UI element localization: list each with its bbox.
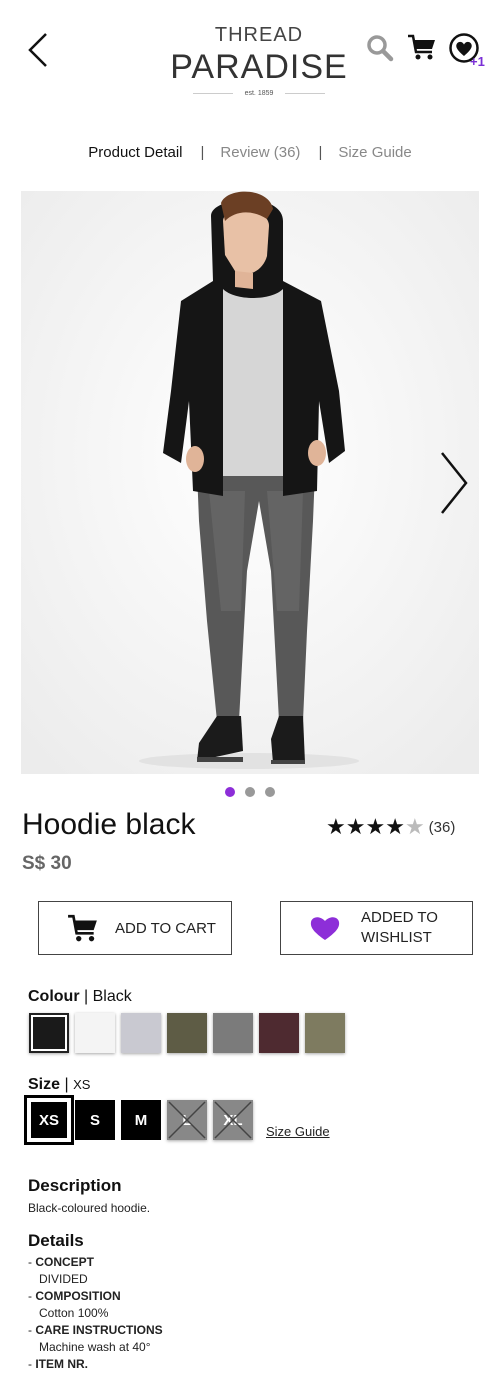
colour-swatch-grey[interactable] bbox=[213, 1013, 253, 1053]
colour-selected-value: Black bbox=[92, 988, 132, 1005]
logo-est: est. 1859 bbox=[150, 90, 368, 97]
detail-key: ITEM NR. bbox=[35, 1357, 89, 1371]
product-image[interactable] bbox=[21, 191, 479, 774]
next-image-arrow-icon[interactable] bbox=[439, 450, 469, 516]
product-rating[interactable]: ★ ★ ★ ★ ★ (36) bbox=[326, 815, 455, 839]
colour-swatch-khaki[interactable] bbox=[305, 1013, 345, 1053]
brand-logo[interactable]: THREAD PARADISE est. 1859 bbox=[150, 22, 368, 97]
star-filled-icon: ★ bbox=[365, 814, 386, 839]
size-selected-value: XS bbox=[73, 1077, 91, 1092]
product-tabs: Product Detail | Review (36) | Size Guid… bbox=[0, 144, 500, 161]
tab-size-guide[interactable]: Size Guide bbox=[338, 144, 411, 161]
review-count: (36) bbox=[428, 818, 456, 836]
colour-swatch-white[interactable] bbox=[75, 1013, 115, 1053]
detail-value: Machine wash at 40° bbox=[39, 1340, 151, 1354]
wishlist-label-line1: ADDED TO bbox=[361, 909, 438, 926]
product-price: S$ 30 bbox=[22, 853, 72, 874]
gallery-dot-2[interactable] bbox=[245, 787, 255, 797]
product-title: Hoodie black bbox=[22, 808, 196, 841]
size-heading: Size bbox=[28, 1076, 61, 1093]
logo-main-text: PARADISE bbox=[170, 48, 348, 86]
add-to-cart-button[interactable]: ADD TO CART bbox=[38, 901, 232, 955]
star-filled-icon: ★ bbox=[345, 814, 366, 839]
details-heading: Details bbox=[28, 1231, 84, 1250]
colour-heading: Colour bbox=[28, 988, 80, 1005]
cart-icon bbox=[68, 914, 97, 942]
tab-separator: | bbox=[200, 144, 205, 161]
logo-est-text: est. 1859 bbox=[244, 90, 274, 97]
cart-icon[interactable] bbox=[407, 32, 437, 62]
description-heading: Description bbox=[28, 1176, 122, 1195]
wishlist-count-badge: +1 bbox=[470, 54, 485, 69]
tab-separator: | bbox=[318, 144, 323, 161]
star-filled-icon: ★ bbox=[385, 814, 405, 839]
size-option-xl-unavailable: XL bbox=[213, 1100, 253, 1140]
search-icon[interactable] bbox=[366, 34, 394, 62]
gallery-dot-3[interactable] bbox=[265, 787, 275, 797]
logo-rule bbox=[285, 93, 326, 94]
size-label: Size | XS bbox=[28, 1076, 91, 1093]
detail-value: DIVIDED bbox=[39, 1272, 88, 1286]
size-options: XS S M L XL bbox=[24, 1095, 253, 1145]
logo-rule bbox=[192, 93, 233, 94]
gallery-dot-1[interactable] bbox=[225, 787, 235, 797]
colour-swatches bbox=[29, 1013, 345, 1053]
colour-swatch-black[interactable] bbox=[29, 1013, 69, 1053]
header: THREAD PARADISE est. 1859 +1 bbox=[0, 0, 500, 115]
heart-filled-icon bbox=[310, 917, 340, 940]
star-empty-icon: ★ bbox=[404, 814, 425, 839]
detail-item: - COMPOSITION Cotton 100% bbox=[28, 1289, 163, 1320]
colour-label: Colour | Black bbox=[28, 988, 132, 1005]
colour-swatch-light-grey[interactable] bbox=[121, 1013, 161, 1053]
gallery-dots bbox=[0, 787, 500, 797]
back-arrow-icon[interactable] bbox=[26, 30, 52, 70]
detail-key: CARE INSTRUCTIONS bbox=[35, 1323, 163, 1337]
size-option-m[interactable]: M bbox=[121, 1100, 161, 1140]
wishlist-label-line2: WISHLIST bbox=[361, 929, 432, 946]
colour-swatch-burgundy[interactable] bbox=[259, 1013, 299, 1053]
add-to-cart-label: ADD TO CART bbox=[115, 919, 216, 937]
logo-top-text: THREAD bbox=[214, 24, 304, 46]
detail-item: - CARE INSTRUCTIONS Machine wash at 40° bbox=[28, 1323, 163, 1354]
description-text: Black-coloured hoodie. bbox=[28, 1201, 151, 1215]
model-photo bbox=[21, 191, 479, 774]
star-filled-icon: ★ bbox=[326, 814, 346, 839]
tab-product-detail[interactable]: Product Detail bbox=[88, 144, 182, 161]
unavailable-cross-icon bbox=[214, 1101, 252, 1139]
colour-swatch-olive[interactable] bbox=[167, 1013, 207, 1053]
detail-item: - CONCEPT DIVIDED bbox=[28, 1255, 163, 1286]
unavailable-cross-icon bbox=[168, 1101, 206, 1139]
detail-key: COMPOSITION bbox=[35, 1289, 121, 1303]
details-list: - CONCEPT DIVIDED - COMPOSITION Cotton 100… bbox=[28, 1255, 163, 1374]
size-option-l-unavailable: L bbox=[167, 1100, 207, 1140]
detail-value: Cotton 100% bbox=[39, 1306, 109, 1320]
size-option-xs[interactable]: XS bbox=[24, 1095, 74, 1145]
detail-key: CONCEPT bbox=[35, 1255, 95, 1269]
detail-item: - ITEM NR. bbox=[28, 1357, 89, 1371]
size-guide-link[interactable]: Size Guide bbox=[266, 1124, 330, 1139]
size-option-s[interactable]: S bbox=[75, 1100, 115, 1140]
added-to-wishlist-button[interactable]: ADDED TO WISHLIST bbox=[280, 901, 473, 955]
wishlist-label: ADDED TO WISHLIST bbox=[361, 908, 438, 948]
tab-review[interactable]: Review (36) bbox=[220, 144, 300, 161]
